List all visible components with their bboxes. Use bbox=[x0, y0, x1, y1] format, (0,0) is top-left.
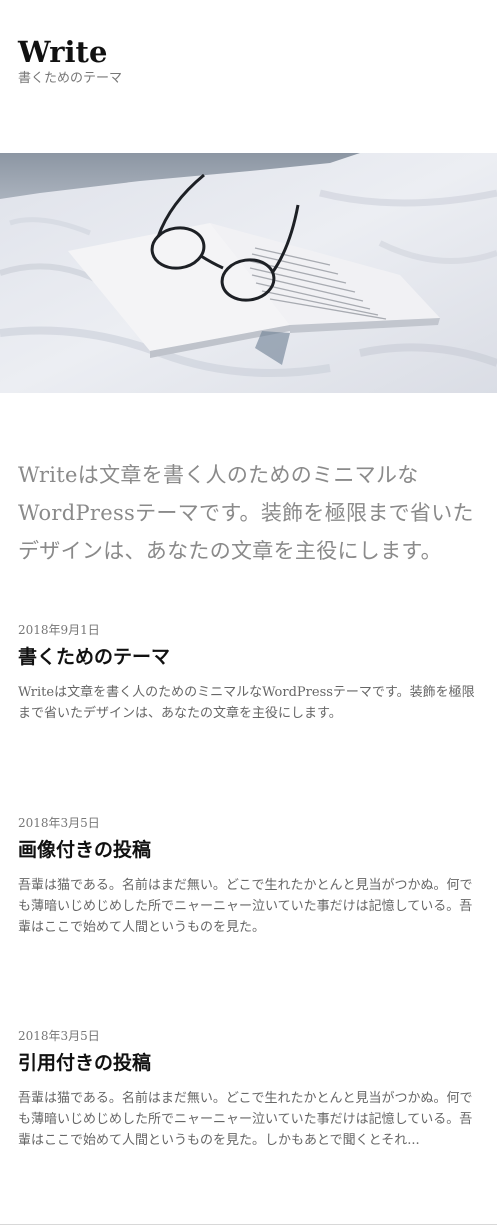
post-card: 2018年9月1日 書くためのテーマ Writeは文章を書く人のためのミニマルな… bbox=[18, 622, 483, 724]
post-excerpt: Writeは文章を書く人のためのミニマルなWordPressテーマです。装飾を極… bbox=[18, 685, 475, 721]
post-date: 2018年3月5日 bbox=[18, 1029, 100, 1043]
site-header: Write 書くためのテーマ bbox=[18, 34, 122, 88]
post-date: 2018年3月5日 bbox=[18, 816, 100, 830]
post-excerpt: 吾輩は猫である。名前はまだ無い。どこで生れたかとんと見当がつかぬ。何でも薄暗いじ… bbox=[18, 1091, 473, 1148]
hero-image bbox=[0, 153, 497, 393]
post-title-link[interactable]: 引用付きの投稿 bbox=[18, 1050, 483, 1076]
post-title-link[interactable]: 画像付きの投稿 bbox=[18, 837, 483, 863]
book-with-glasses-image bbox=[0, 153, 497, 393]
post-card: 2018年3月5日 引用付きの投稿 吾輩は猫である。名前はまだ無い。どこで生れた… bbox=[18, 1028, 483, 1151]
intro-text: Writeは文章を書く人のためのミニマルなWordPressテーマです。装飾を極… bbox=[18, 463, 474, 563]
site-description: 書くためのテーマ bbox=[18, 71, 123, 86]
post-card: 2018年3月5日 画像付きの投稿 吾輩は猫である。名前はまだ無い。どこで生れた… bbox=[18, 815, 483, 938]
page-divider bbox=[0, 1224, 497, 1225]
post-excerpt: 吾輩は猫である。名前はまだ無い。どこで生れたかとんと見当がつかぬ。何でも薄暗いじ… bbox=[18, 878, 473, 935]
site-title[interactable]: Write bbox=[18, 34, 122, 70]
post-date: 2018年9月1日 bbox=[18, 623, 100, 637]
post-title-link[interactable]: 書くためのテーマ bbox=[18, 644, 483, 670]
